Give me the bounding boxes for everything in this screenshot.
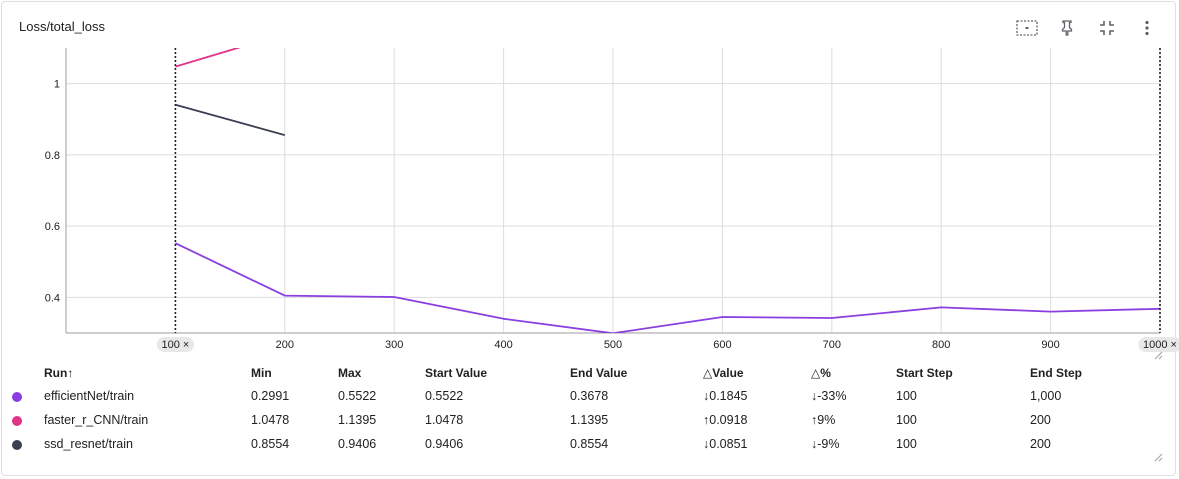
- x-tick-label: 500: [604, 339, 622, 351]
- y-tick-label: 0.8: [45, 150, 60, 162]
- run-end-value: 0.3678: [570, 389, 609, 403]
- chart-resize-handle[interactable]: [1154, 351, 1163, 360]
- header-start-value[interactable]: Start Value: [425, 362, 570, 384]
- header-delta-value[interactable]: △Value: [703, 362, 811, 384]
- series-line-efficientNet[interactable]: [175, 242, 1160, 333]
- run-delta-percent: ↓-33%: [811, 389, 847, 403]
- run-end-value: 1.1395: [570, 413, 609, 427]
- x-tick-label: 800: [932, 339, 950, 351]
- header-run[interactable]: Run↑: [44, 362, 251, 384]
- y-tick-label: 1: [54, 79, 60, 91]
- run-max: 0.9406: [338, 437, 377, 451]
- run-start-step: 100: [896, 413, 917, 427]
- run-delta-percent: ↓-9%: [811, 437, 840, 451]
- run-start-value: 0.5522: [425, 389, 464, 403]
- run-color-dot: [12, 415, 22, 426]
- table-resize-handle[interactable]: [1154, 453, 1163, 462]
- x-tick-label: 900: [1041, 339, 1059, 351]
- run-name: efficientNet/train: [44, 389, 135, 403]
- x-tick-label: 400: [494, 339, 512, 351]
- run-start-value: 1.0478: [425, 413, 464, 427]
- run-delta-value: ↓0.1845: [703, 389, 748, 403]
- table-row[interactable]: efficientNet/train 0.2991 0.5522 0.5522 …: [12, 384, 1130, 408]
- x-tick-label: 300: [385, 339, 403, 351]
- run-max: 0.5522: [338, 389, 377, 403]
- run-start-value: 0.9406: [425, 437, 464, 451]
- run-delta-percent: ↑9%: [811, 413, 836, 427]
- run-min: 1.0478: [251, 413, 290, 427]
- step-marker-label: 100 ×: [161, 339, 189, 351]
- series-line-faster_r_CNN[interactable]: [175, 34, 284, 68]
- header-min[interactable]: Min: [251, 362, 338, 384]
- run-end-step: 200: [1030, 437, 1051, 451]
- y-tick-label: 0.4: [45, 292, 60, 304]
- run-max: 1.1395: [338, 413, 377, 427]
- run-name: faster_r_CNN/train: [44, 413, 149, 427]
- table-row[interactable]: ssd_resnet/train 0.8554 0.9406 0.9406 0.…: [12, 432, 1130, 456]
- table-header-row: Run↑ Min Max Start Value End Value △Valu…: [12, 362, 1130, 384]
- x-tick-label: 200: [276, 339, 294, 351]
- header-start-step[interactable]: Start Step: [896, 362, 1030, 384]
- table-row[interactable]: faster_r_CNN/train 1.0478 1.1395 1.0478 …: [12, 408, 1130, 432]
- run-min: 0.8554: [251, 437, 290, 451]
- run-end-step: 200: [1030, 413, 1051, 427]
- run-end-value: 0.8554: [570, 437, 609, 451]
- color-column-header: [12, 362, 44, 384]
- run-min: 0.2991: [251, 389, 290, 403]
- header-delta-percent[interactable]: △%: [811, 362, 896, 384]
- x-tick-label: 600: [713, 339, 731, 351]
- step-marker-label: 1000 ×: [1143, 339, 1177, 351]
- run-color-dot: [12, 391, 22, 402]
- header-end-value[interactable]: End Value: [570, 362, 703, 384]
- x-tick-label: 700: [823, 339, 841, 351]
- run-delta-value: ↑0.0918: [703, 413, 748, 427]
- run-start-step: 100: [896, 389, 917, 403]
- line-chart[interactable]: 0.4 0.6 0.8 1 200 300 400 500 600 700 800 900 100 × 1…: [0, 0, 1179, 360]
- y-tick-label: 0.6: [45, 221, 60, 233]
- run-start-step: 100: [896, 437, 917, 451]
- header-max[interactable]: Max: [338, 362, 425, 384]
- runs-table: Run↑ Min Max Start Value End Value △Valu…: [12, 362, 1130, 456]
- run-color-dot: [12, 439, 22, 450]
- run-end-step: 1,000: [1030, 389, 1062, 403]
- series-line-ssd_resnet[interactable]: [175, 103, 286, 136]
- run-delta-value: ↓0.0851: [703, 437, 748, 451]
- run-name: ssd_resnet/train: [44, 437, 133, 451]
- header-end-step[interactable]: End Step: [1030, 362, 1130, 384]
